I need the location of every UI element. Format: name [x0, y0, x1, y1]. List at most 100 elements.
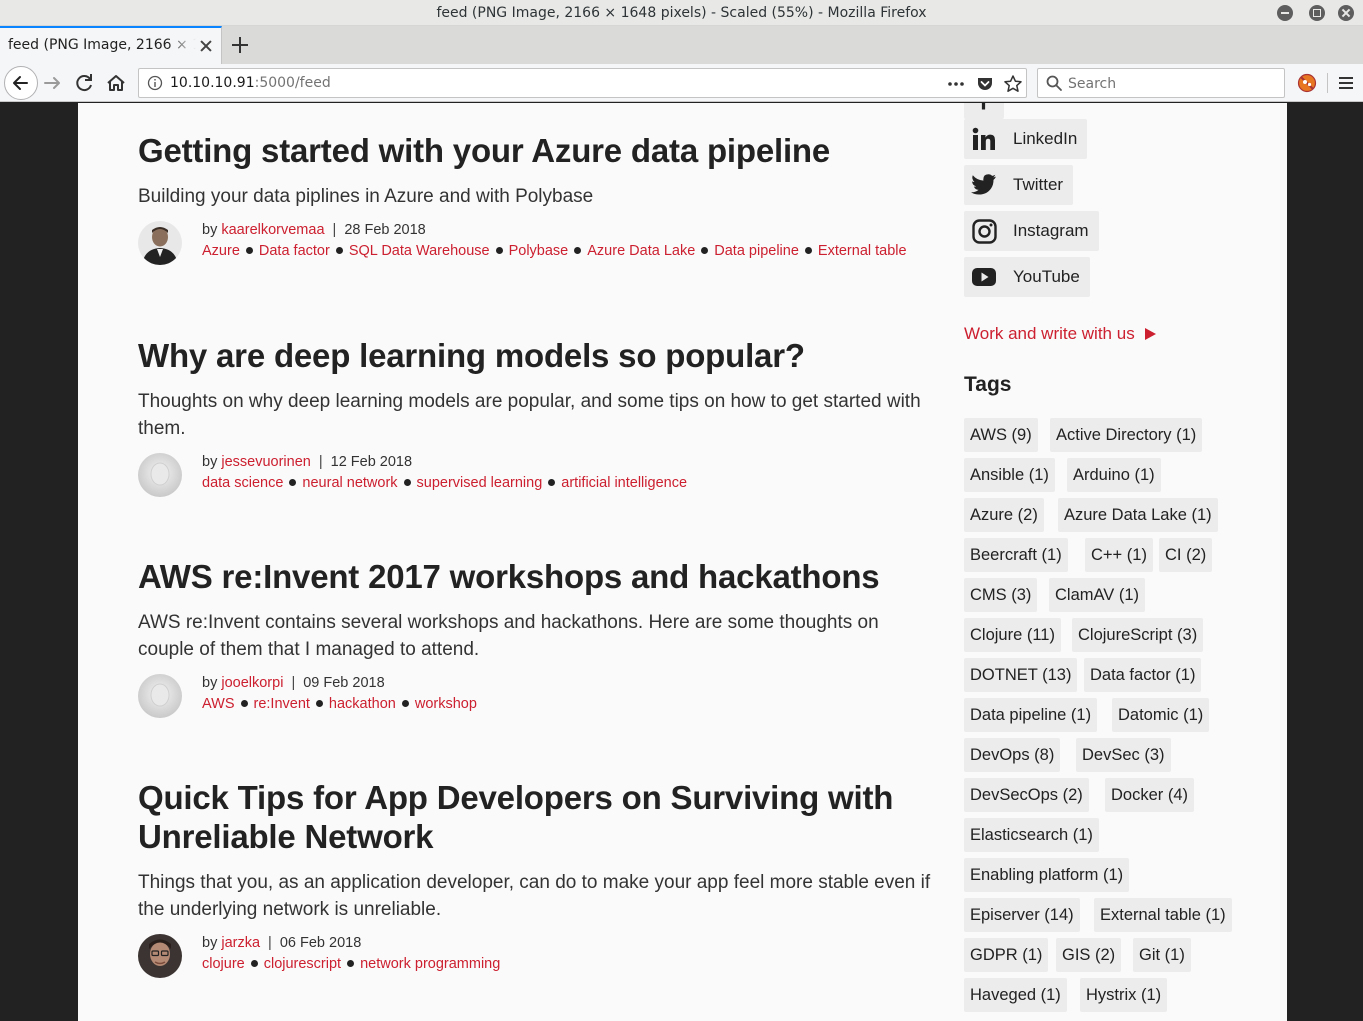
tag-chip[interactable]: Hystrix (1) — [1080, 978, 1168, 1012]
post-tag-link[interactable]: workshop — [415, 696, 477, 712]
tag-chip[interactable]: CI (2) — [1159, 538, 1213, 572]
post-date: 06 Feb 2018 — [279, 935, 362, 951]
by-label: by — [202, 935, 218, 951]
author-link[interactable]: jooelkorpi — [221, 675, 283, 691]
tag-chip[interactable]: GIS (2) — [1056, 938, 1122, 972]
pocket-icon[interactable] — [975, 74, 995, 94]
post-tag-link[interactable]: re:Invent — [254, 696, 310, 712]
tag-chip[interactable]: Docker (4) — [1105, 778, 1195, 812]
tag-chip[interactable]: DevOps (8) — [964, 738, 1061, 772]
work-and-write-link[interactable]: Work and write with us — [964, 324, 1156, 344]
post-tag-link[interactable]: artificial intelligence — [561, 475, 687, 491]
post-meta-text: by jooelkorpi | 09 Feb 2018 AWS re:Invent ha… — [202, 673, 938, 715]
post-title[interactable]: Why are deep learning models so popular? — [138, 336, 938, 375]
social-label: YouTube — [1013, 267, 1080, 286]
info-icon[interactable] — [147, 75, 163, 91]
tag-chip[interactable]: Active Directory (1) — [1050, 418, 1203, 452]
author-link[interactable]: jessevuorinen — [221, 454, 310, 470]
social-link-twitter[interactable]: Twitter — [964, 165, 1074, 205]
tag-chip[interactable]: External table (1) — [1094, 898, 1232, 932]
tag-chip[interactable]: Ansible (1) — [964, 458, 1055, 492]
tag-chip[interactable]: Azure (2) — [964, 498, 1044, 532]
back-button[interactable] — [4, 66, 38, 100]
new-tab-button[interactable] — [229, 34, 251, 56]
post-tag-link[interactable]: External table — [818, 243, 907, 259]
tag-chip[interactable]: Data factor (1) — [1084, 658, 1202, 692]
tag-chip[interactable]: Data pipeline (1) — [964, 698, 1098, 732]
post-title[interactable]: Quick Tips for App Developers on Survivi… — [138, 778, 938, 856]
tag-chip[interactable]: DevSec (3) — [1076, 738, 1171, 772]
post-tag-link[interactable]: Polybase — [509, 243, 569, 259]
tag-separator-dot — [347, 959, 355, 967]
tag-chip[interactable]: AWS (9) — [964, 418, 1038, 452]
post-title[interactable]: Getting started with your Azure data pip… — [138, 131, 938, 170]
tag-chip[interactable]: DevSecOps (2) — [964, 778, 1089, 812]
tag-chip[interactable]: Beercraft (1) — [964, 538, 1068, 572]
post-tag-link[interactable]: Azure — [202, 243, 240, 259]
tag-chip[interactable]: C++ (1) — [1085, 538, 1153, 572]
close-tab-icon[interactable] — [199, 39, 213, 53]
tag-separator-dot — [245, 246, 253, 254]
post-tag-link[interactable]: network programming — [360, 956, 500, 972]
reload-button[interactable] — [70, 68, 100, 98]
tag-chip[interactable]: Enabling platform (1) — [964, 858, 1130, 892]
search-input[interactable] — [1068, 74, 1268, 94]
post-meta: by jessevuorinen | 12 Feb 2018 data scienc… — [138, 452, 938, 498]
social-link-linkedin[interactable]: LinkedIn — [964, 119, 1088, 159]
tag-chip[interactable]: Elasticsearch (1) — [964, 818, 1099, 852]
post-title[interactable]: AWS re:Invent 2017 workshops and hackath… — [138, 557, 938, 596]
post-tag-link[interactable]: AWS — [202, 696, 235, 712]
tag-chip[interactable]: Clojure (11) — [964, 618, 1061, 652]
post-tag-link[interactable]: Data factor — [259, 243, 330, 259]
social-link-instagram[interactable]: Instagram — [964, 211, 1099, 251]
tab-feed[interactable]: feed (PNG Image, 2166 × 1648 pixels) — [0, 26, 222, 64]
post-meta-text: by jarzka | 06 Feb 2018 clojure clojurescri… — [202, 933, 938, 975]
tag-chip[interactable]: Arduino (1) — [1067, 458, 1161, 492]
tag-chip[interactable]: Datomic (1) — [1112, 698, 1210, 732]
post-tag-link[interactable]: clojurescript — [264, 956, 341, 972]
tags-heading: Tags — [964, 373, 1012, 396]
social-label: LinkedIn — [1013, 129, 1078, 148]
tag-chip[interactable]: ClojureScript (3) — [1072, 618, 1204, 652]
post-tag-link[interactable]: neural network — [302, 475, 397, 491]
post-tag-link[interactable]: SQL Data Warehouse — [349, 243, 490, 259]
window-title: feed (PNG Image, 2166 × 1648 pixels) - S… — [436, 5, 927, 21]
post-meta-text: by kaarelkorvemaa | 28 Feb 2018 Azure Data … — [202, 220, 938, 262]
author-link[interactable]: jarzka — [221, 935, 260, 951]
social-link-partial[interactable] — [964, 103, 1004, 119]
author-link[interactable]: kaarelkorvemaa — [221, 222, 324, 238]
post-tag-link[interactable]: data science — [202, 475, 283, 491]
bookmark-star-icon[interactable] — [1003, 74, 1023, 94]
maximize-button[interactable] — [1309, 5, 1325, 21]
minimize-button[interactable] — [1277, 5, 1293, 21]
tag-chip[interactable]: Azure Data Lake (1) — [1058, 498, 1218, 532]
extension-icon[interactable] — [1297, 73, 1317, 93]
tag-chip[interactable]: ClamAV (1) — [1049, 578, 1146, 612]
author-avatar[interactable] — [138, 934, 182, 978]
post-tag-link[interactable]: supervised learning — [417, 475, 543, 491]
more-actions-icon[interactable] — [946, 74, 966, 94]
arrow-right-icon — [44, 77, 60, 89]
post-tag-link[interactable]: Data pipeline — [714, 243, 799, 259]
tag-chip[interactable]: DOTNET (13) — [964, 658, 1078, 692]
tag-chip[interactable]: Git (1) — [1133, 938, 1191, 972]
address-bar[interactable]: 10.10.10.91:5000/feed — [138, 68, 1027, 98]
post-tag-link[interactable]: hackathon — [329, 696, 396, 712]
search-bar[interactable] — [1037, 68, 1285, 98]
author-avatar[interactable] — [138, 674, 182, 718]
post-tag-link[interactable]: Azure Data Lake — [587, 243, 695, 259]
author-avatar[interactable] — [138, 221, 182, 265]
author-avatar[interactable] — [138, 453, 182, 497]
forward-button[interactable] — [38, 68, 68, 98]
tag-chip[interactable]: CMS (3) — [964, 578, 1038, 612]
home-button[interactable] — [101, 68, 131, 98]
social-link-youtube[interactable]: YouTube — [964, 257, 1090, 297]
tag-chip[interactable]: Haveged (1) — [964, 978, 1067, 1012]
tag-chip[interactable]: GDPR (1) — [964, 938, 1049, 972]
tag-chip[interactable]: Episerver (14) — [964, 898, 1080, 932]
close-window-button[interactable] — [1338, 5, 1354, 21]
hamburger-menu-icon[interactable] — [1336, 73, 1356, 93]
post-tag-link[interactable]: clojure — [202, 956, 245, 972]
tag-separator-dot — [250, 959, 258, 967]
url-path: :5000/feed — [254, 75, 331, 91]
